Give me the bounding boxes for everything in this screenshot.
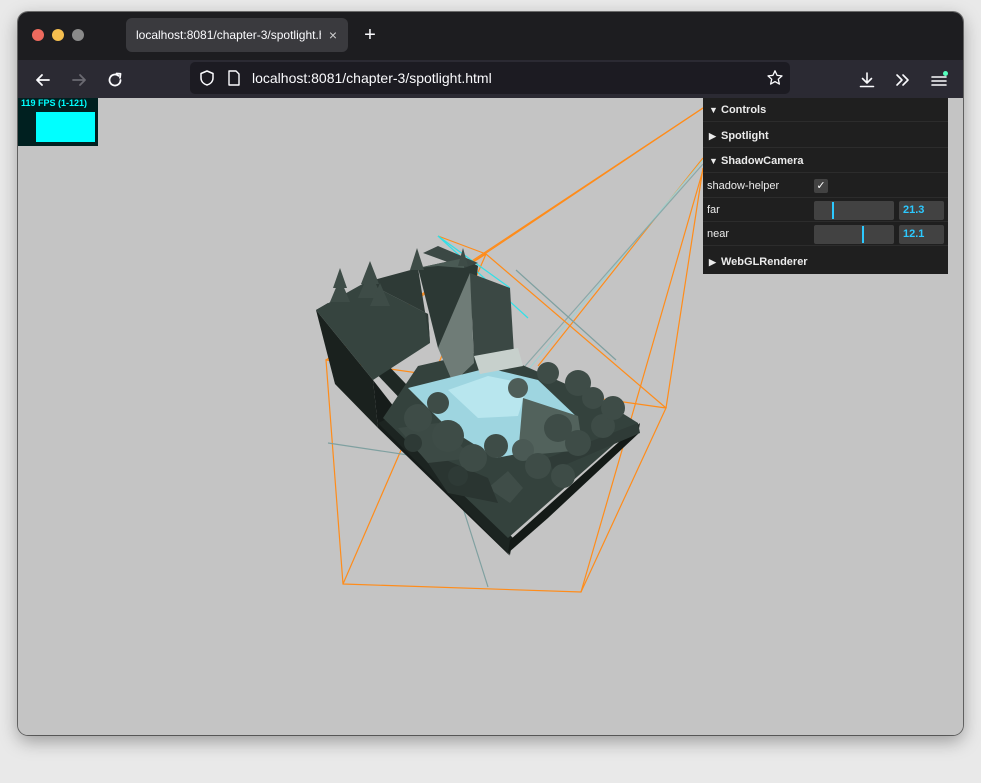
near-value-input[interactable]: 12.1	[899, 225, 944, 244]
folder-controls-label: Controls	[721, 104, 767, 116]
far-slider[interactable]	[814, 201, 894, 220]
folder-shadowcamera[interactable]: ▼ ShadowCamera	[703, 149, 948, 173]
shadow-helper-label: shadow-helper	[707, 180, 780, 192]
shadow-helper-checkbox[interactable]: ✓	[814, 179, 828, 193]
near-label: near	[707, 228, 730, 240]
window-close-button[interactable]	[32, 29, 44, 41]
folder-controls[interactable]: ▼ Controls	[703, 98, 948, 122]
near-slider[interactable]	[814, 225, 894, 244]
url-bar[interactable]: localhost:8081/chapter-3/spotlight.html	[190, 62, 790, 94]
stats-panel[interactable]: 119 FPS (1-121)	[18, 98, 98, 146]
back-icon[interactable]	[32, 69, 54, 91]
checkmark-icon: ✓	[816, 180, 826, 192]
folder-spotlight[interactable]: ▶ Spotlight	[703, 124, 948, 148]
menu-icon[interactable]	[928, 69, 950, 91]
nav-toolbar: localhost:8081/chapter-3/spotlight.html	[18, 60, 963, 98]
far-label: far	[707, 204, 720, 216]
window-maximize-button[interactable]	[72, 29, 84, 41]
control-near: near 12.1	[703, 222, 948, 246]
far-value-input[interactable]: 21.3	[899, 201, 944, 220]
new-tab-button[interactable]: +	[360, 22, 380, 50]
far-slider-knob[interactable]	[831, 202, 834, 219]
fps-graph	[36, 112, 95, 142]
folder-webglrenderer-label: WebGLRenderer	[721, 256, 808, 268]
webgl-viewport[interactable]: 119 FPS (1-121) ▼ Controls ▶ Spotlight ▼…	[18, 98, 963, 735]
tab-bar: localhost:8081/chapter-3/spotlight.h × +	[18, 12, 963, 60]
tab-title: localhost:8081/chapter-3/spotlight.h	[136, 28, 321, 42]
chevron-right-icon: ▶	[709, 131, 716, 141]
reload-icon[interactable]	[104, 69, 126, 91]
near-slider-knob[interactable]	[862, 226, 864, 243]
chevron-down-icon: ▼	[709, 156, 718, 166]
folder-spotlight-label: Spotlight	[721, 130, 769, 142]
overflow-icon[interactable]	[892, 69, 914, 91]
url-text[interactable]: localhost:8081/chapter-3/spotlight.html	[252, 62, 492, 94]
control-far: far 21.3	[703, 198, 948, 222]
tab-spotlight[interactable]: localhost:8081/chapter-3/spotlight.h ×	[126, 18, 348, 52]
forward-icon[interactable]	[68, 69, 90, 91]
folder-webglrenderer[interactable]: ▶ WebGLRenderer	[703, 250, 948, 274]
star-icon[interactable]	[766, 69, 784, 87]
shield-icon[interactable]	[198, 69, 216, 87]
browser-window: localhost:8081/chapter-3/spotlight.h × +…	[18, 12, 963, 735]
control-shadow-helper: shadow-helper ✓	[703, 174, 948, 198]
window-minimize-button[interactable]	[52, 29, 64, 41]
tab-close-icon[interactable]: ×	[326, 18, 340, 52]
chevron-down-icon: ▼	[709, 105, 718, 115]
folder-shadowcamera-label: ShadowCamera	[721, 155, 804, 167]
fps-readout: 119 FPS (1-121)	[21, 98, 88, 108]
download-icon[interactable]	[856, 69, 878, 91]
page-icon	[228, 70, 240, 86]
chevron-right-icon: ▶	[709, 257, 716, 267]
gui-panel: ▼ Controls ▶ Spotlight ▼ ShadowCamera sh…	[703, 98, 948, 274]
